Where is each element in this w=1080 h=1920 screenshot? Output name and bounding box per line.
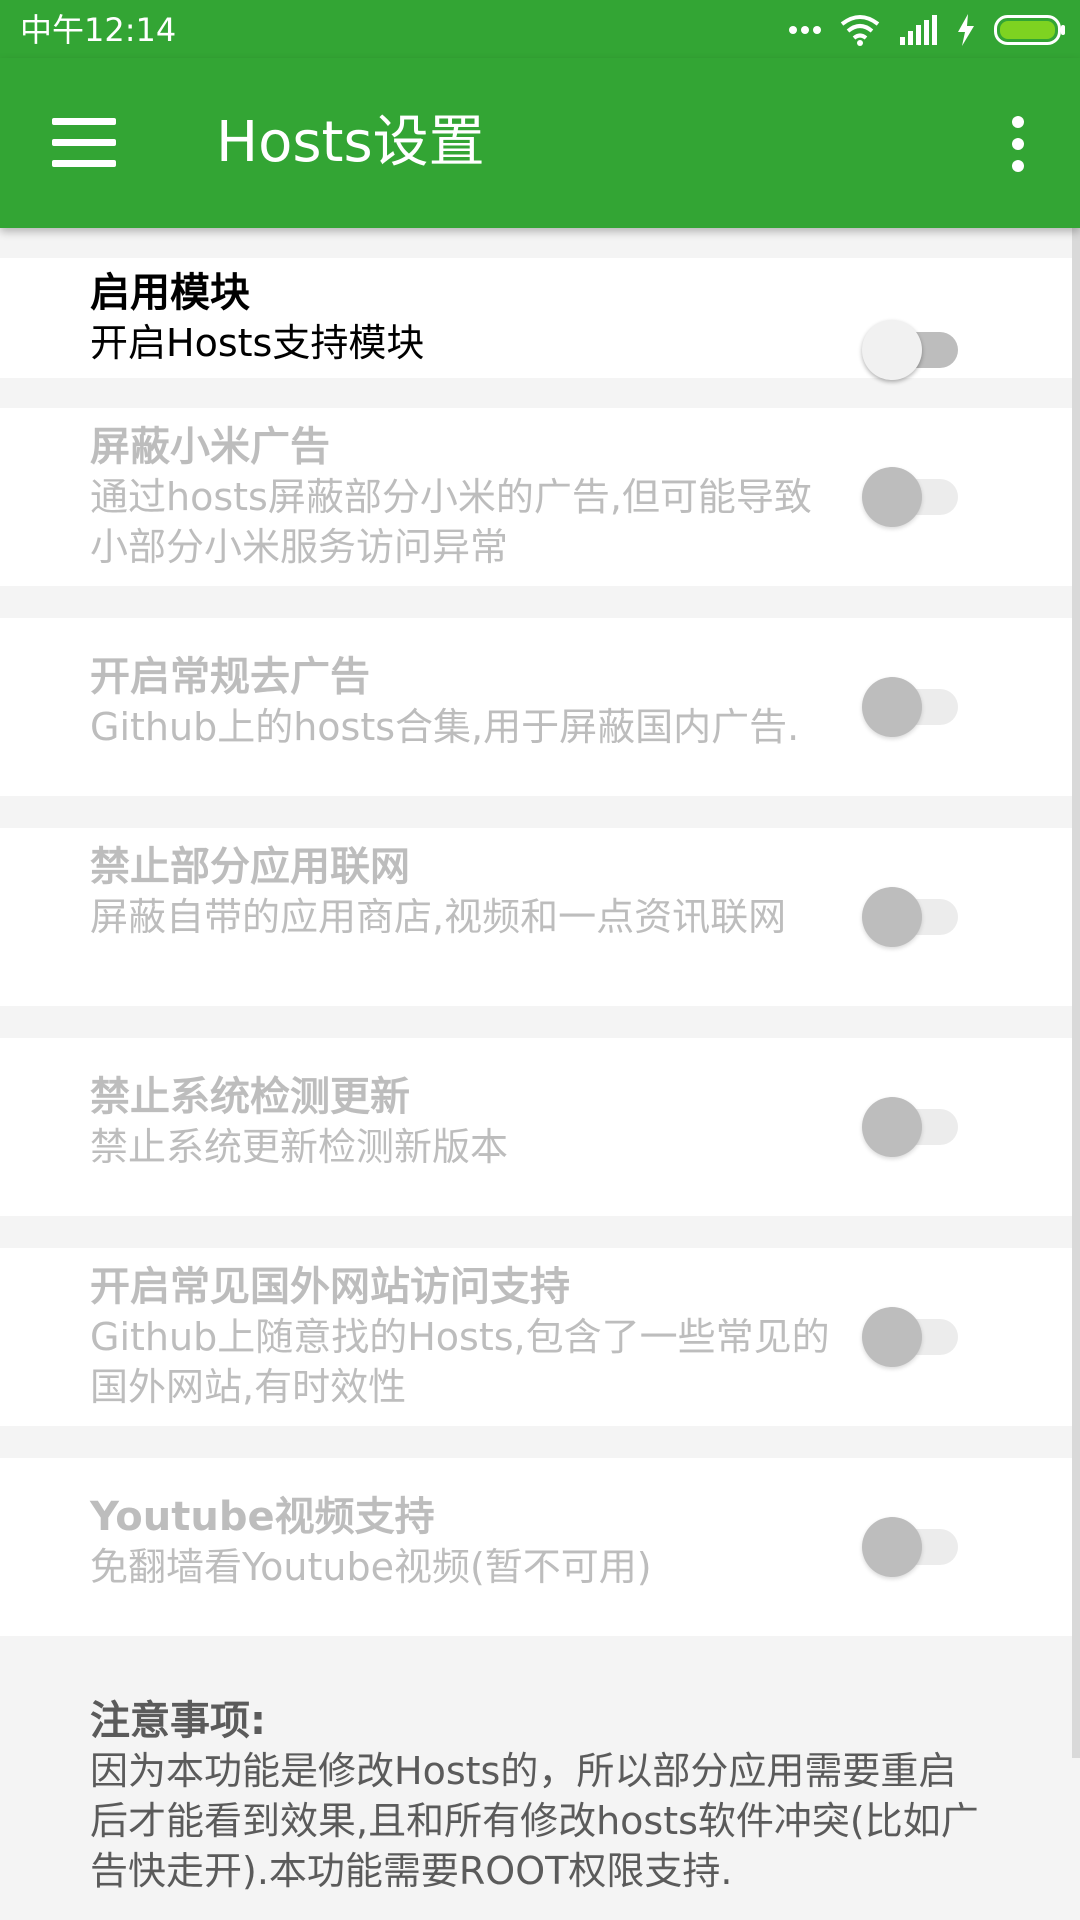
pref-title: 开启常规去广告 xyxy=(90,654,370,700)
pref-title: 开启常见国外网站访问支持 xyxy=(90,1264,570,1310)
notes-section: 注意事项: 因为本功能是修改Hosts的，所以部分应用需要重启后才能看到效果,且… xyxy=(90,1696,990,1896)
pref-foreign-sites[interactable]: 开启常见国外网站访问支持 Github上随意找的Hosts,包含了一些常见的国外… xyxy=(0,1248,1072,1426)
pref-summary: 免翻墙看Youtube视频(暂不可用) xyxy=(90,1545,652,1589)
pref-title: 禁止系统检测更新 xyxy=(90,1074,410,1120)
pref-summary: Github上的hosts合集,用于屏蔽国内广告. xyxy=(90,705,800,749)
pref-summary: 禁止系统更新检测新版本 xyxy=(90,1125,509,1169)
pref-summary: 通过hosts屏蔽部分小米的广告,但可能导致小部分小米服务访问异常 xyxy=(90,475,812,569)
pref-title: Youtube视频支持 xyxy=(90,1494,435,1540)
scrollbar[interactable] xyxy=(1072,228,1080,1758)
block-mi-ads-switch[interactable] xyxy=(862,465,958,529)
pref-block-system-update[interactable]: 禁止系统检测更新 禁止系统更新检测新版本 xyxy=(0,1038,1072,1216)
page-title: Hosts设置 xyxy=(216,110,485,175)
pref-block-app-network[interactable]: 禁止部分应用联网 屏蔽自带的应用商店,视频和一点资讯联网 xyxy=(0,828,1072,1006)
pref-title: 屏蔽小米广告 xyxy=(90,424,330,470)
notes-body: 因为本功能是修改Hosts的，所以部分应用需要重启后才能看到效果,且和所有修改h… xyxy=(90,1749,979,1893)
signal-icon xyxy=(900,15,937,45)
pref-enable-module[interactable]: 启用模块 开启Hosts支持模块 xyxy=(0,258,1072,380)
status-bar: 中午12:14 xyxy=(0,0,1080,58)
pref-summary: 开启Hosts支持模块 xyxy=(90,321,425,365)
block-app-network-switch[interactable] xyxy=(862,885,958,949)
pref-summary: 屏蔽自带的应用商店,视频和一点资讯联网 xyxy=(90,895,787,939)
enable-module-switch[interactable] xyxy=(862,318,958,382)
pref-summary: Github上随意找的Hosts,包含了一些常见的国外网站,有时效性 xyxy=(90,1315,830,1409)
pref-block-mi-ads[interactable]: 屏蔽小米广告 通过hosts屏蔽部分小米的广告,但可能导致小部分小米服务访问异常 xyxy=(0,408,1072,586)
status-time: 中午12:14 xyxy=(20,11,177,49)
more-dots-icon xyxy=(789,26,821,34)
foreign-sites-switch[interactable] xyxy=(862,1305,958,1369)
status-icons xyxy=(788,10,1066,50)
pref-general-adblock[interactable]: 开启常规去广告 Github上的hosts合集,用于屏蔽国内广告. xyxy=(0,618,1072,796)
battery-icon xyxy=(994,15,1065,45)
pref-title: 启用模块 xyxy=(90,270,250,316)
youtube-support-switch[interactable] xyxy=(862,1515,958,1579)
general-adblock-switch[interactable] xyxy=(862,675,958,739)
more-vert-icon[interactable] xyxy=(1010,116,1026,172)
wifi-icon xyxy=(840,15,880,46)
pref-youtube-support[interactable]: Youtube视频支持 免翻墙看Youtube视频(暂不可用) xyxy=(0,1458,1072,1636)
block-system-update-switch[interactable] xyxy=(862,1095,958,1159)
pref-title: 禁止部分应用联网 xyxy=(90,844,410,890)
charging-icon xyxy=(958,14,974,46)
app-bar: Hosts设置 xyxy=(0,58,1080,228)
notes-heading: 注意事项: xyxy=(90,1698,266,1744)
hamburger-menu-icon[interactable] xyxy=(52,118,116,168)
